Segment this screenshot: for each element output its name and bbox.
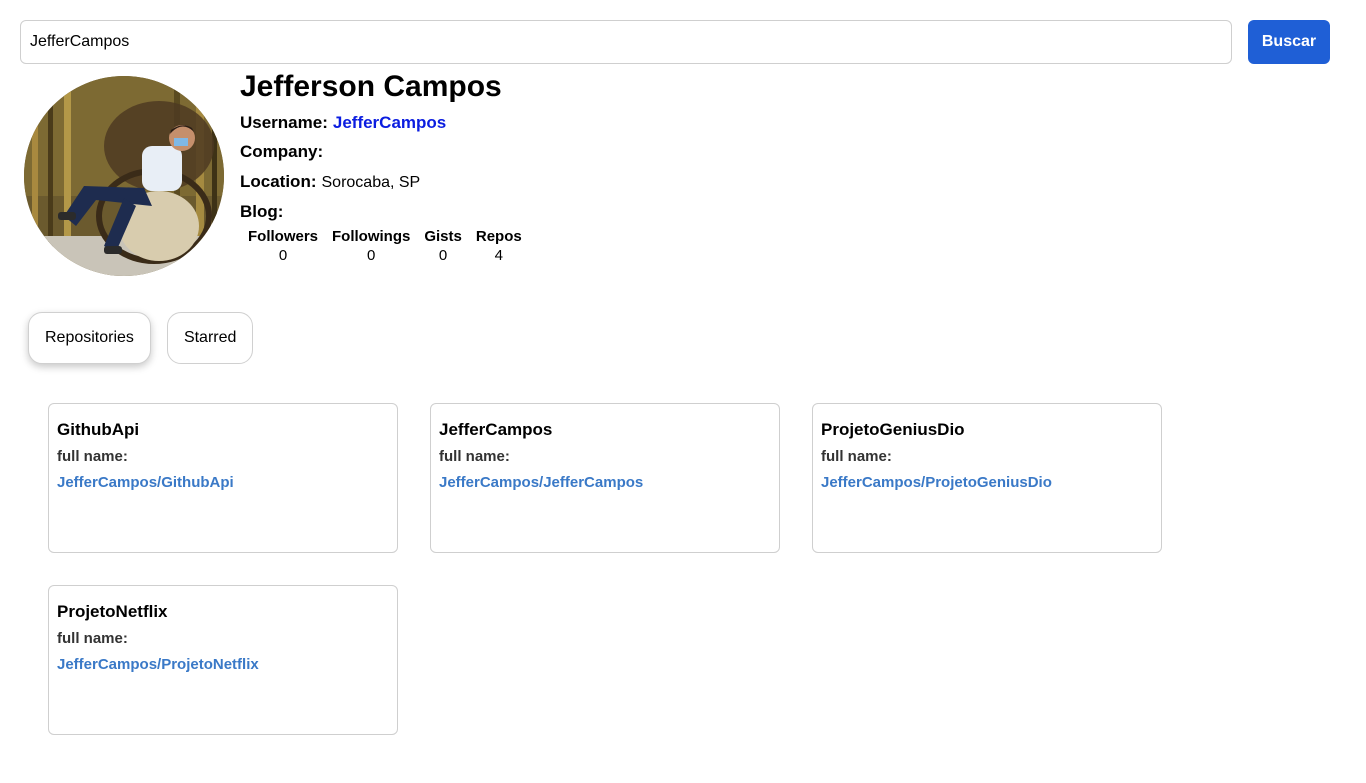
tab-bar: Repositories Starred — [28, 312, 269, 364]
repo-full-name-label: full name: — [439, 448, 510, 465]
username-label: Username: — [240, 113, 328, 132]
profile-stats: Followers 0 Followings 0 Gists 0 Repos 4 — [248, 228, 536, 264]
stat-value: 0 — [438, 247, 448, 264]
company-label: Company: — [240, 142, 324, 161]
profile-name: Jefferson Campos — [240, 70, 502, 103]
username-row: Username: JefferCampos — [240, 113, 720, 133]
repo-full-name-label: full name: — [57, 448, 128, 465]
repo-full-name-link[interactable]: JefferCampos/GithubApi — [57, 474, 389, 492]
search-input[interactable] — [20, 20, 1232, 64]
repo-name: ProjetoGeniusDio — [821, 420, 965, 439]
repo-name: JefferCampos — [439, 420, 553, 439]
tab-starred[interactable]: Starred — [166, 312, 254, 364]
repo-full-name-label: full name: — [57, 630, 128, 647]
stat-value: 0 — [367, 247, 376, 264]
repo-full-name-link[interactable]: JefferCampos/JefferCampos — [439, 474, 771, 492]
blog-row: Blog: — [240, 202, 720, 223]
location-row: Location: Sorocaba, SP — [240, 172, 720, 193]
repo-card[interactable]: ProjetoNetflix full name: JefferCampos/P… — [48, 585, 398, 735]
stat-followers: Followers 0 — [248, 228, 318, 264]
stat-label: Repos — [475, 228, 522, 245]
stat-label: Gists — [424, 228, 462, 245]
company-row: Company: — [240, 142, 720, 163]
stat-gists: Gists 0 — [424, 228, 462, 264]
repo-full-name-link[interactable]: JefferCampos/ProjetoGeniusDio — [821, 474, 1153, 492]
profile-info: Jefferson Campos Username: JefferCampos C… — [240, 70, 720, 223]
stat-followings: Followings 0 — [332, 228, 410, 264]
username-link[interactable]: JefferCampos — [333, 113, 446, 132]
search-button[interactable]: Buscar — [1248, 20, 1330, 64]
repo-card[interactable]: GithubApi full name: JefferCampos/Github… — [48, 403, 398, 553]
stat-value: 4 — [494, 247, 503, 264]
repo-name: GithubApi — [57, 420, 140, 439]
repo-full-name-label: full name: — [821, 448, 892, 465]
profile-section: Jefferson Campos Username: JefferCampos C… — [24, 70, 724, 280]
stat-label: Followings — [332, 228, 411, 245]
repo-name: ProjetoNetflix — [57, 602, 168, 621]
tab-repositories[interactable]: Repositories — [28, 312, 151, 364]
stat-value: 0 — [278, 247, 288, 264]
blog-label: Blog: — [240, 202, 284, 221]
stat-label: Followers — [248, 228, 319, 245]
location-label: Location: — [240, 172, 317, 191]
avatar — [24, 76, 224, 276]
location-value: Sorocaba, SP — [321, 174, 421, 191]
avatar-photo — [24, 76, 224, 276]
repo-card[interactable]: ProjetoGeniusDio full name: JefferCampos… — [812, 403, 1162, 553]
stat-repos: Repos 4 — [476, 228, 522, 264]
search-bar: Buscar — [20, 20, 1330, 64]
repo-full-name-link[interactable]: JefferCampos/ProjetoNetflix — [57, 656, 389, 674]
repo-card[interactable]: JefferCampos full name: JefferCampos/Jef… — [430, 403, 780, 553]
